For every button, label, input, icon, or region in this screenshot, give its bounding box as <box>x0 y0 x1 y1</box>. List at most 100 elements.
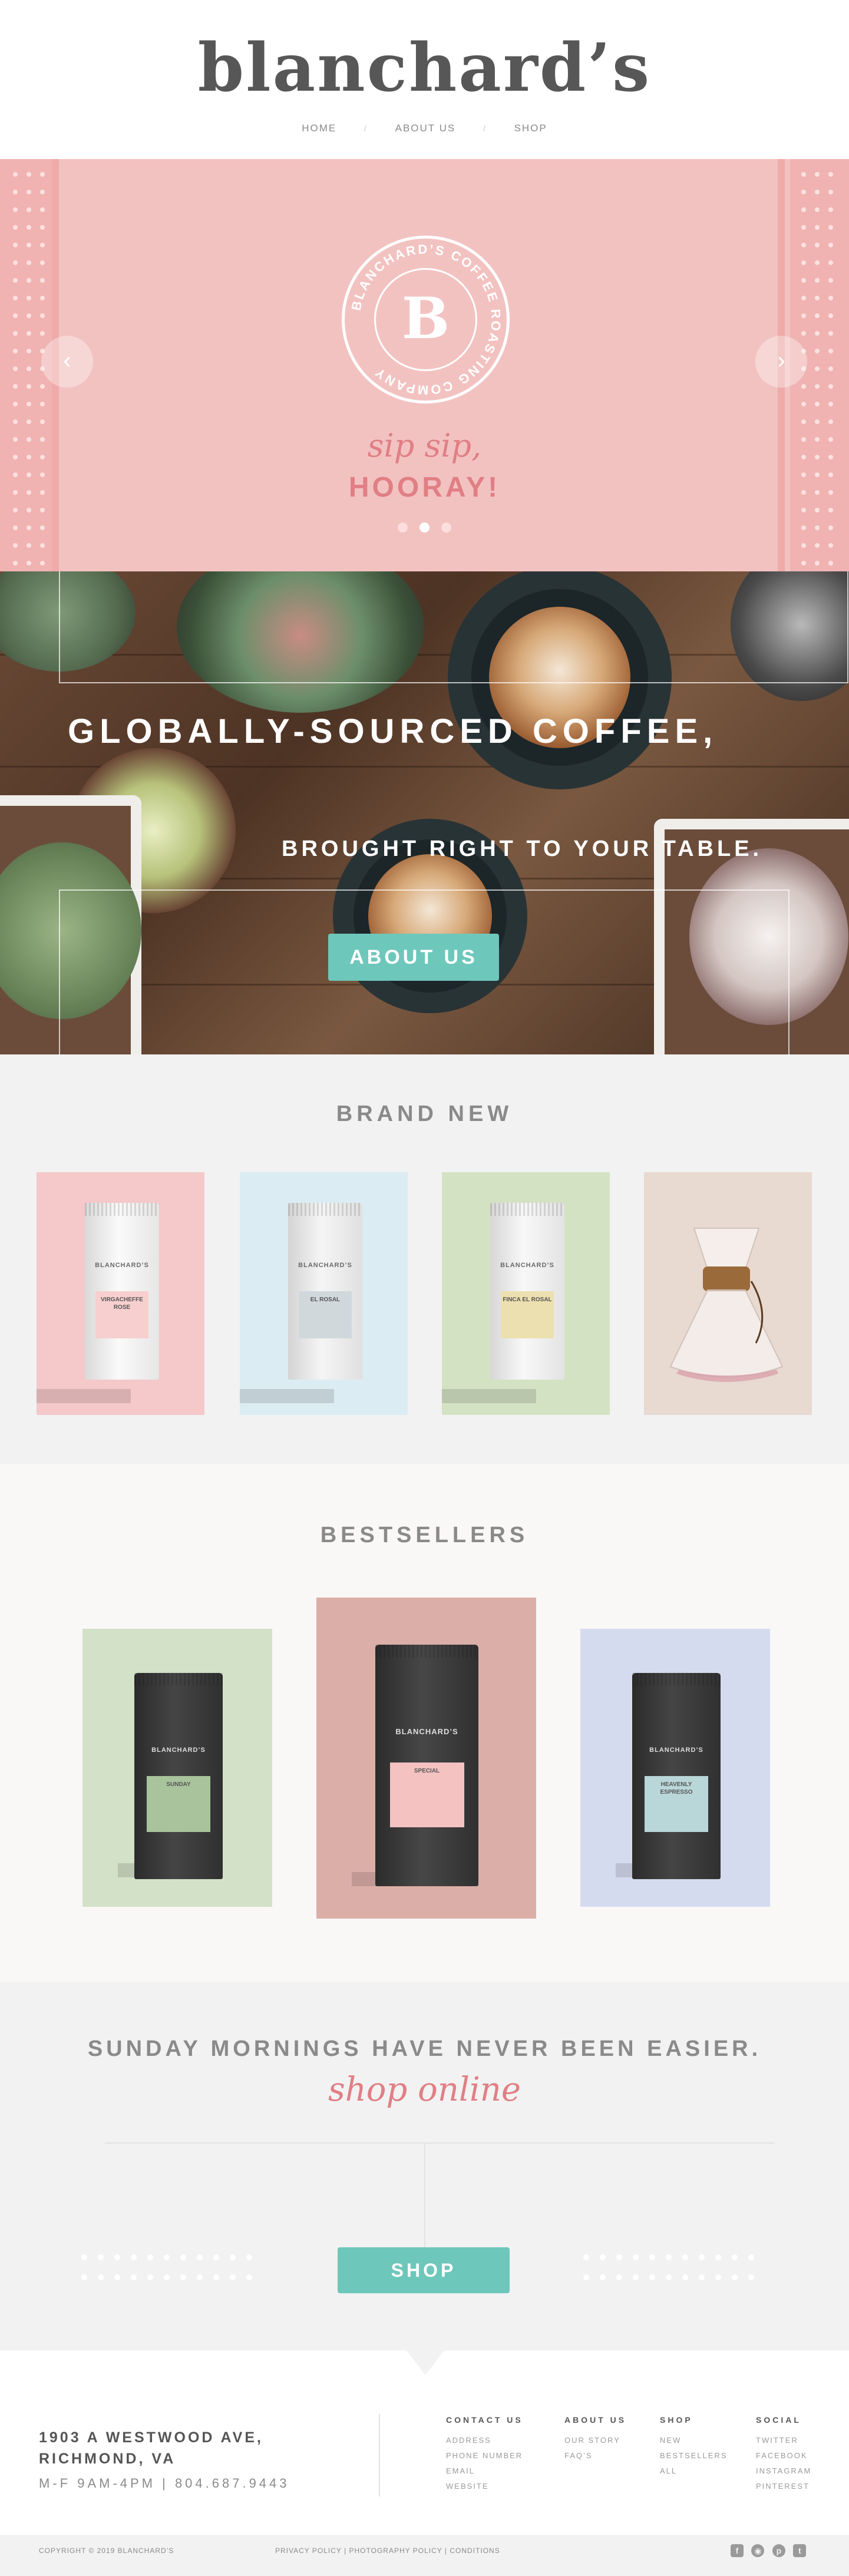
about-us-button[interactable]: ABOUT US <box>328 934 499 981</box>
dot <box>828 419 834 424</box>
coffee-bag-image: BLANCHARD’S FINCA EL ROSAL <box>490 1203 564 1380</box>
dot <box>748 2254 754 2260</box>
dot <box>40 207 45 212</box>
dot <box>246 2254 252 2260</box>
dot <box>814 331 820 336</box>
footer-link[interactable]: PINTEREST <box>756 2479 811 2494</box>
facebook-icon[interactable]: f <box>731 2544 744 2557</box>
site-logo[interactable]: blanchard’s <box>0 35 849 101</box>
footer-link[interactable]: ADDRESS <box>446 2433 523 2448</box>
dot <box>828 508 834 512</box>
slider-prev-button[interactable]: ‹ <box>41 336 93 388</box>
coffee-bag-image: BLANCHARD’S SPECIAL <box>375 1645 478 1886</box>
footer-link[interactable]: NEW <box>660 2433 728 2448</box>
dot <box>801 384 806 389</box>
footer-link[interactable]: FAQ’S <box>564 2448 626 2463</box>
product-card[interactable]: BLANCHARD’S HEAVENLY ESPRESSO <box>580 1629 770 1907</box>
copyright: COPYRIGHT © 2019 BLANCHARD’S <box>39 2547 174 2555</box>
dot <box>26 207 31 212</box>
product-card[interactable]: BLANCHARD’S EL ROSAL <box>240 1172 408 1415</box>
footer-link[interactable]: TWITTER <box>756 2433 811 2448</box>
dot <box>801 225 806 230</box>
dot <box>814 313 820 318</box>
dot <box>814 543 820 548</box>
dot <box>40 419 45 424</box>
product-card[interactable]: BLANCHARD’S SUNDAY <box>82 1629 272 1907</box>
footer-link[interactable]: OUR STORY <box>564 2433 626 2448</box>
footer-link[interactable]: WEBSITE <box>446 2479 523 2494</box>
dot <box>180 2274 186 2280</box>
footer-col-about: ABOUT US OUR STORY FAQ’S <box>564 2415 626 2463</box>
dot <box>12 190 18 194</box>
dot <box>583 2274 589 2280</box>
footer-bottom-bar: COPYRIGHT © 2019 BLANCHARD’S PRIVACY POL… <box>0 2535 849 2576</box>
nav-about-us[interactable]: ABOUT US <box>395 123 456 134</box>
instagram-icon[interactable]: ◉ <box>751 2544 765 2557</box>
dot <box>828 543 834 548</box>
product-card[interactable]: BLANCHARD’S FINCA EL ROSAL <box>442 1172 610 1415</box>
slide-dot[interactable] <box>441 523 452 533</box>
dot <box>164 2274 170 2280</box>
dot <box>801 402 806 406</box>
nav-shop[interactable]: SHOP <box>514 123 547 134</box>
twitter-icon[interactable]: t <box>793 2544 807 2557</box>
dot <box>814 561 820 566</box>
privacy-policy-link[interactable]: PRIVACY POLICY <box>275 2547 342 2555</box>
photography-policy-link[interactable]: PHOTOGRAPHY POLICY <box>349 2547 442 2555</box>
dot <box>732 2254 738 2260</box>
dot <box>828 296 834 300</box>
slide-dot-active[interactable] <box>419 523 430 533</box>
dot <box>801 419 806 424</box>
dot <box>230 2254 236 2260</box>
product-card[interactable]: BLANCHARD’S SPECIAL <box>316 1598 536 1919</box>
dot <box>26 402 31 406</box>
footer-link[interactable]: ALL <box>660 2463 728 2479</box>
dot <box>40 296 45 300</box>
brand-new-section: BRAND NEW BLANCHARD’S VIRGACHEFFE ROSE B… <box>0 1054 849 1464</box>
slide-dot[interactable] <box>397 523 408 533</box>
slider-next-button[interactable]: › <box>755 336 807 388</box>
dot <box>81 2274 87 2280</box>
banner-headline: GLOBALLY-SOURCED COFFEE, <box>68 712 718 750</box>
dot <box>814 349 820 353</box>
pinterest-icon[interactable]: p <box>772 2544 785 2557</box>
dot <box>147 2274 153 2280</box>
footer-link[interactable]: BESTSELLERS <box>660 2448 728 2463</box>
dot <box>26 543 31 548</box>
legal-links: PRIVACY POLICY | PHOTOGRAPHY POLICY | CO… <box>275 2547 500 2555</box>
footer-link[interactable]: INSTAGRAM <box>756 2463 811 2479</box>
shop-script: shop online <box>328 2071 521 2109</box>
nav-separator: / <box>483 124 487 133</box>
dot <box>26 419 31 424</box>
product-card[interactable] <box>644 1172 812 1415</box>
hero-slider: BLANCHARD’S COFFEE ROASTING COMPANY B si… <box>0 159 849 571</box>
dot <box>26 190 31 194</box>
dot <box>81 2254 87 2260</box>
footer-link[interactable]: PHONE NUMBER <box>446 2448 523 2463</box>
dot <box>600 2254 606 2260</box>
dot <box>814 278 820 283</box>
footer-col-social: SOCIAL TWITTER FACEBOOK INSTAGRAM PINTER… <box>756 2415 811 2494</box>
dot <box>801 296 806 300</box>
dot <box>801 508 806 512</box>
nav-home[interactable]: HOME <box>302 123 336 134</box>
dot <box>40 402 45 406</box>
dot <box>26 349 31 353</box>
dot <box>12 508 18 512</box>
shop-button[interactable]: SHOP <box>338 2247 510 2293</box>
dot <box>147 2254 153 2260</box>
dot <box>633 2254 639 2260</box>
dot <box>26 296 31 300</box>
dot <box>26 331 31 336</box>
dot <box>40 243 45 247</box>
product-card[interactable]: BLANCHARD’S VIRGACHEFFE ROSE <box>37 1172 204 1415</box>
dot <box>12 366 18 371</box>
footer-link[interactable]: EMAIL <box>446 2463 523 2479</box>
dot <box>801 190 806 194</box>
banner-subheadline: BROUGHT RIGHT TO YOUR TABLE. <box>282 836 763 861</box>
footer-link[interactable]: FACEBOOK <box>756 2448 811 2463</box>
dot <box>828 349 834 353</box>
conditions-link[interactable]: CONDITIONS <box>450 2547 500 2555</box>
dot <box>649 2274 655 2280</box>
section-title: BRAND NEW <box>336 1102 513 1126</box>
